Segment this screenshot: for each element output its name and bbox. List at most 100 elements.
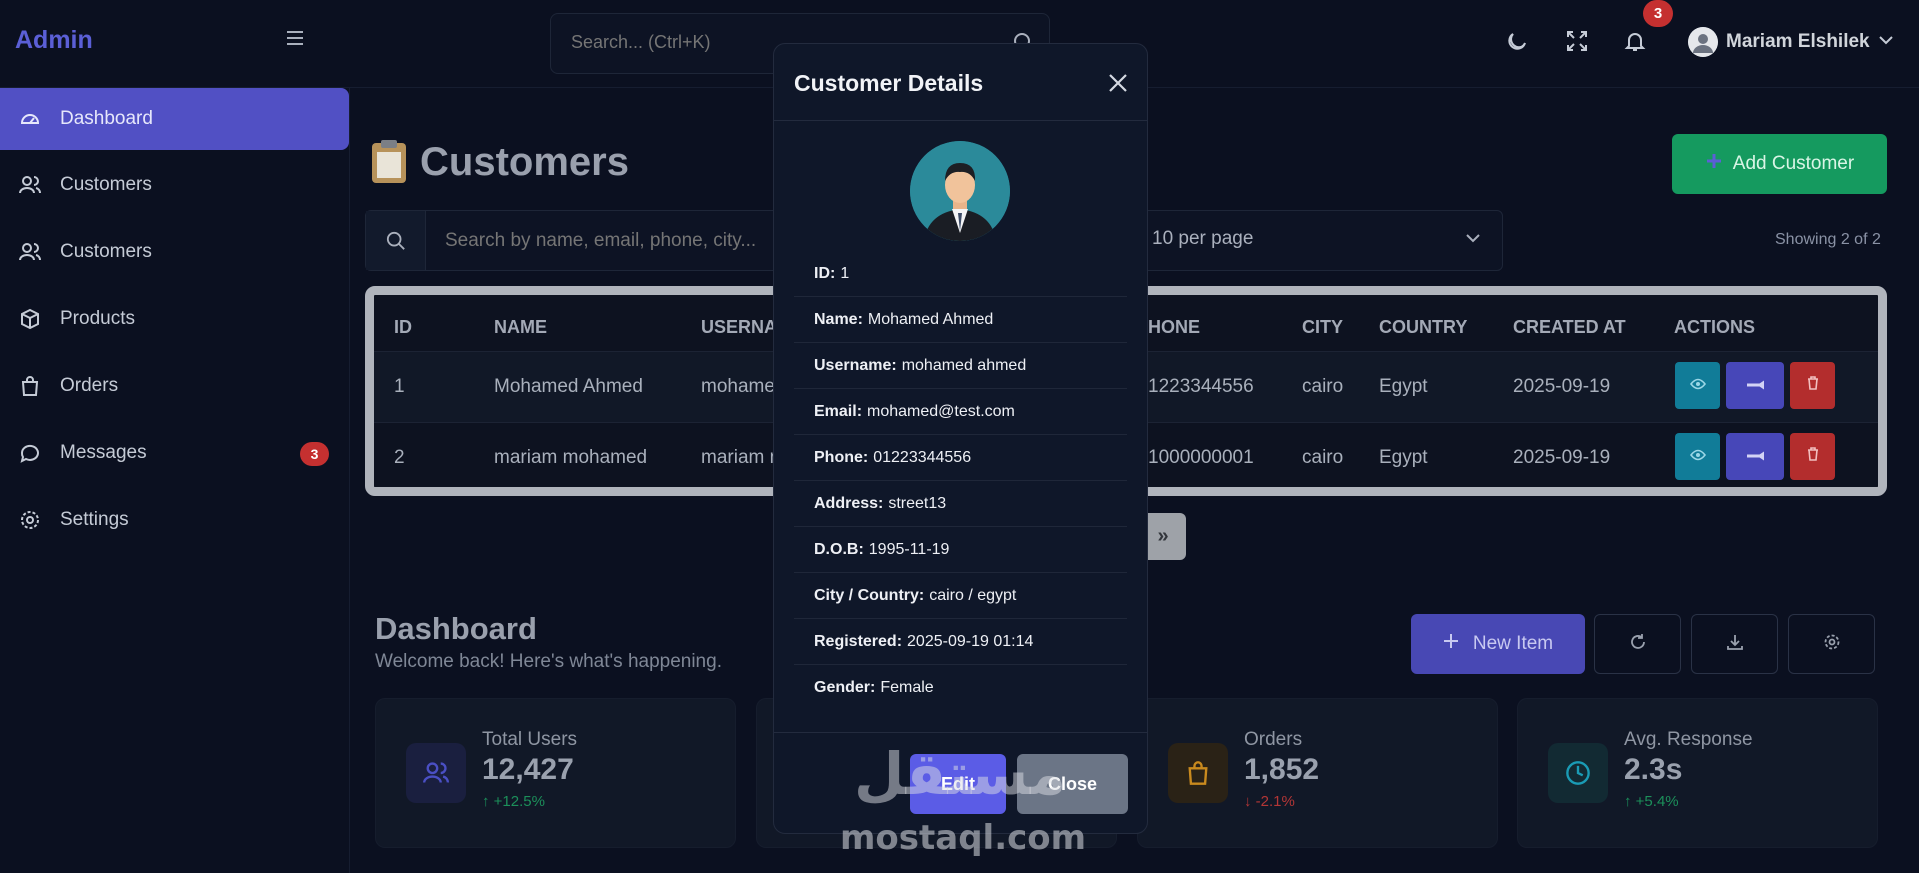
- cell-id: 2: [394, 447, 405, 468]
- detail-row-dob: D.O.B: 1995-11-19: [794, 527, 1127, 573]
- cell-phone: 1000000001: [1148, 447, 1254, 468]
- sidebar-item-orders[interactable]: Orders: [0, 355, 349, 417]
- detail-row-city-country: City / Country: cairo / egypt: [794, 573, 1127, 619]
- plus-icon: [1443, 633, 1459, 655]
- stat-card-orders: Orders 1,852 ↓ -2.1%: [1137, 698, 1498, 848]
- search-icon: [366, 211, 426, 270]
- bell-icon[interactable]: [1624, 30, 1648, 54]
- per-page-select[interactable]: 10 per page: [1152, 228, 1253, 250]
- detail-row-id: ID: 1: [794, 251, 1127, 297]
- messages-badge: 3: [300, 442, 329, 466]
- detail-row-address: Address: street13: [794, 481, 1127, 527]
- eye-icon: [1689, 448, 1706, 466]
- delete-button[interactable]: [1790, 433, 1835, 480]
- sidebar: Dashboard Customers Customers Products O…: [0, 88, 350, 873]
- column-header: CITY: [1302, 317, 1344, 337]
- sidebar-item-dashboard[interactable]: Dashboard: [0, 88, 349, 150]
- delete-button[interactable]: [1790, 362, 1835, 409]
- sidebar-item-label: Messages: [60, 442, 147, 463]
- pencil-icon: [1746, 448, 1765, 466]
- chevron-down-icon: [1878, 32, 1894, 53]
- download-button[interactable]: [1691, 614, 1778, 674]
- gear-icon: [18, 508, 42, 532]
- view-button[interactable]: [1675, 362, 1720, 409]
- cell-created: 2025-09-19: [1513, 376, 1611, 397]
- avatar: [1688, 27, 1718, 57]
- cell-id: 1: [394, 376, 405, 397]
- new-item-button[interactable]: New Item: [1411, 614, 1585, 674]
- stat-label: Orders: [1244, 729, 1303, 750]
- stat-delta: ↑ +12.5%: [482, 793, 545, 810]
- modal-title: Customer Details: [794, 70, 984, 96]
- page-title: Customers: [372, 139, 629, 185]
- edit-button[interactable]: [1726, 362, 1784, 409]
- detail-row-gender: Gender: Female: [814, 679, 934, 696]
- column-header: CREATED AT: [1513, 317, 1626, 337]
- new-item-label: New Item: [1472, 633, 1554, 654]
- dark-mode-moon-icon[interactable]: [1506, 30, 1530, 54]
- brand-logo[interactable]: Admin: [15, 26, 93, 55]
- pencil-icon: [1746, 377, 1765, 395]
- eye-icon: [1689, 377, 1706, 395]
- gear-icon: [1823, 633, 1841, 656]
- chevron-down-icon: [1465, 230, 1481, 251]
- page-title-text: Customers: [420, 140, 629, 184]
- cell-city: cairo: [1302, 376, 1344, 397]
- cell-country: Egypt: [1379, 376, 1428, 397]
- shopping-bag-icon: [1168, 743, 1228, 803]
- column-header: ACTIONS: [1674, 317, 1755, 337]
- dashboard-title: Dashboard: [375, 611, 537, 646]
- detail-row-email: Email: mohamed@test.com: [794, 389, 1127, 435]
- stat-value: 12,427: [482, 753, 574, 786]
- sidebar-item-products[interactable]: Products: [0, 288, 349, 350]
- close-icon[interactable]: [1106, 71, 1130, 95]
- view-button[interactable]: [1675, 433, 1720, 480]
- settings-button[interactable]: [1788, 614, 1875, 674]
- detail-row-name: Name: Mohamed Ahmed: [794, 297, 1127, 343]
- stat-card-avg-response: Avg. Response 2.3s ↑ +5.4%: [1517, 698, 1878, 848]
- customer-avatar: [910, 141, 1010, 241]
- refresh-button[interactable]: [1594, 614, 1681, 674]
- sidebar-item-customers-2[interactable]: Customers: [0, 221, 349, 283]
- cell-city: cairo: [1302, 447, 1344, 468]
- refresh-icon: [1629, 633, 1647, 656]
- sidebar-item-label: Dashboard: [60, 108, 153, 129]
- chat-icon: [18, 441, 42, 465]
- stat-value: 2.3s: [1624, 753, 1683, 786]
- clipboard-icon: [372, 139, 406, 183]
- sidebar-item-label: Customers: [60, 241, 152, 262]
- stat-delta: ↑ +5.4%: [1624, 793, 1679, 810]
- add-customer-label: Add Customer: [1732, 153, 1855, 174]
- edit-button[interactable]: Edit: [910, 754, 1006, 814]
- sidebar-item-label: Customers: [60, 174, 152, 195]
- user-name: Mariam Elshilek: [1726, 31, 1870, 52]
- showing-count: Showing 2 of 2: [1775, 231, 1881, 248]
- gauge-icon: [18, 107, 42, 131]
- stat-value: 1,852: [1244, 753, 1320, 786]
- close-button[interactable]: Close: [1017, 754, 1128, 814]
- cell-created: 2025-09-19: [1513, 447, 1611, 468]
- cell-country: Egypt: [1379, 447, 1428, 468]
- hamburger-menu-icon[interactable]: [285, 28, 305, 48]
- fullscreen-icon[interactable]: [1566, 30, 1590, 54]
- detail-row-registered: Registered: 2025-09-19 01:14: [794, 619, 1127, 665]
- plus-icon: [1705, 152, 1723, 176]
- cell-name: mariam mohamed: [494, 447, 648, 468]
- shopping-bag-icon: [18, 374, 42, 398]
- notification-badge: 3: [1643, 0, 1673, 27]
- stat-card-total-users: Total Users 12,427 ↑ +12.5%: [375, 698, 736, 848]
- modal-header: Customer Details: [774, 44, 1147, 121]
- user-menu[interactable]: Mariam Elshilek: [1688, 26, 1894, 58]
- download-icon: [1726, 633, 1744, 656]
- cell-phone: 1223344556: [1148, 376, 1254, 397]
- dashboard-subtitle: Welcome back! Here's what's happening.: [375, 651, 722, 672]
- detail-row-phone: Phone: 01223344556: [794, 435, 1127, 481]
- edit-button[interactable]: [1726, 433, 1784, 480]
- sidebar-item-customers[interactable]: Customers: [0, 154, 349, 216]
- sidebar-item-label: Orders: [60, 375, 119, 396]
- add-customer-button[interactable]: Add Customer: [1672, 134, 1887, 194]
- stat-label: Total Users: [482, 729, 578, 750]
- sidebar-item-messages[interactable]: Messages 3: [0, 422, 349, 484]
- detail-row-username: Username: mohamed ahmed: [794, 343, 1127, 389]
- sidebar-item-settings[interactable]: Settings: [0, 489, 349, 551]
